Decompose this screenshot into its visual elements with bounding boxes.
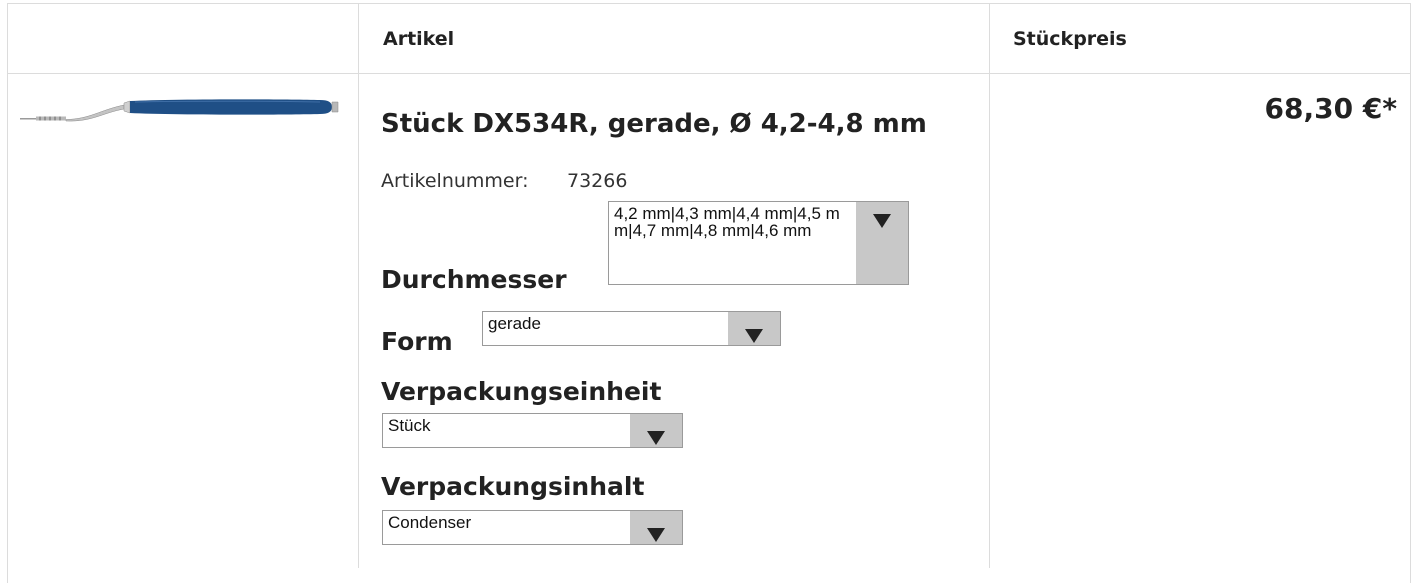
verpackungsinhalt-dropdown-arrow[interactable] xyxy=(630,511,682,544)
header-divider xyxy=(8,73,1410,74)
form-select-value: gerade xyxy=(488,314,541,333)
verpackungsinhalt-select-value: Condenser xyxy=(388,513,472,532)
durchmesser-dropdown-arrow[interactable] xyxy=(856,202,908,284)
article-number-label: Artikelnummer: xyxy=(381,170,529,192)
durchmesser-select[interactable]: 4,2 mm|4,3 mm|4,4 mm|4,5 mm|4,7 mm|4,8 m… xyxy=(608,201,909,285)
header-article: Artikel xyxy=(383,28,455,50)
chevron-down-icon xyxy=(647,431,665,445)
verpackungseinheit-select-value: Stück xyxy=(388,416,431,435)
verpackungsinhalt-select[interactable]: Condenser xyxy=(382,510,683,545)
unit-price: 68,30 €* xyxy=(1264,92,1397,125)
verpackungseinheit-select[interactable]: Stück xyxy=(382,413,683,448)
verpackungseinheit-dropdown-arrow[interactable] xyxy=(630,414,682,447)
option-label-verpackungseinheit: Verpackungseinheit xyxy=(381,377,662,406)
form-select[interactable]: gerade xyxy=(482,311,781,346)
header-unit-price: Stückpreis xyxy=(1013,28,1127,50)
chevron-down-icon xyxy=(745,329,763,343)
product-image[interactable] xyxy=(20,90,350,130)
article-number-value: 73266 xyxy=(567,170,628,192)
durchmesser-select-value: 4,2 mm|4,3 mm|4,4 mm|4,5 mm|4,7 mm|4,8 m… xyxy=(614,205,840,239)
column-divider-image xyxy=(358,4,359,568)
option-label-form: Form xyxy=(381,327,453,356)
option-label-verpackungsinhalt: Verpackungsinhalt xyxy=(381,472,645,501)
form-dropdown-arrow[interactable] xyxy=(728,312,780,345)
option-label-durchmesser: Durchmesser xyxy=(381,265,567,294)
chevron-down-icon xyxy=(647,528,665,542)
column-divider-article xyxy=(989,4,990,568)
product-title[interactable]: Stück DX534R, gerade, Ø 4,2-4,8 mm xyxy=(381,109,927,139)
chevron-down-icon xyxy=(873,214,891,228)
